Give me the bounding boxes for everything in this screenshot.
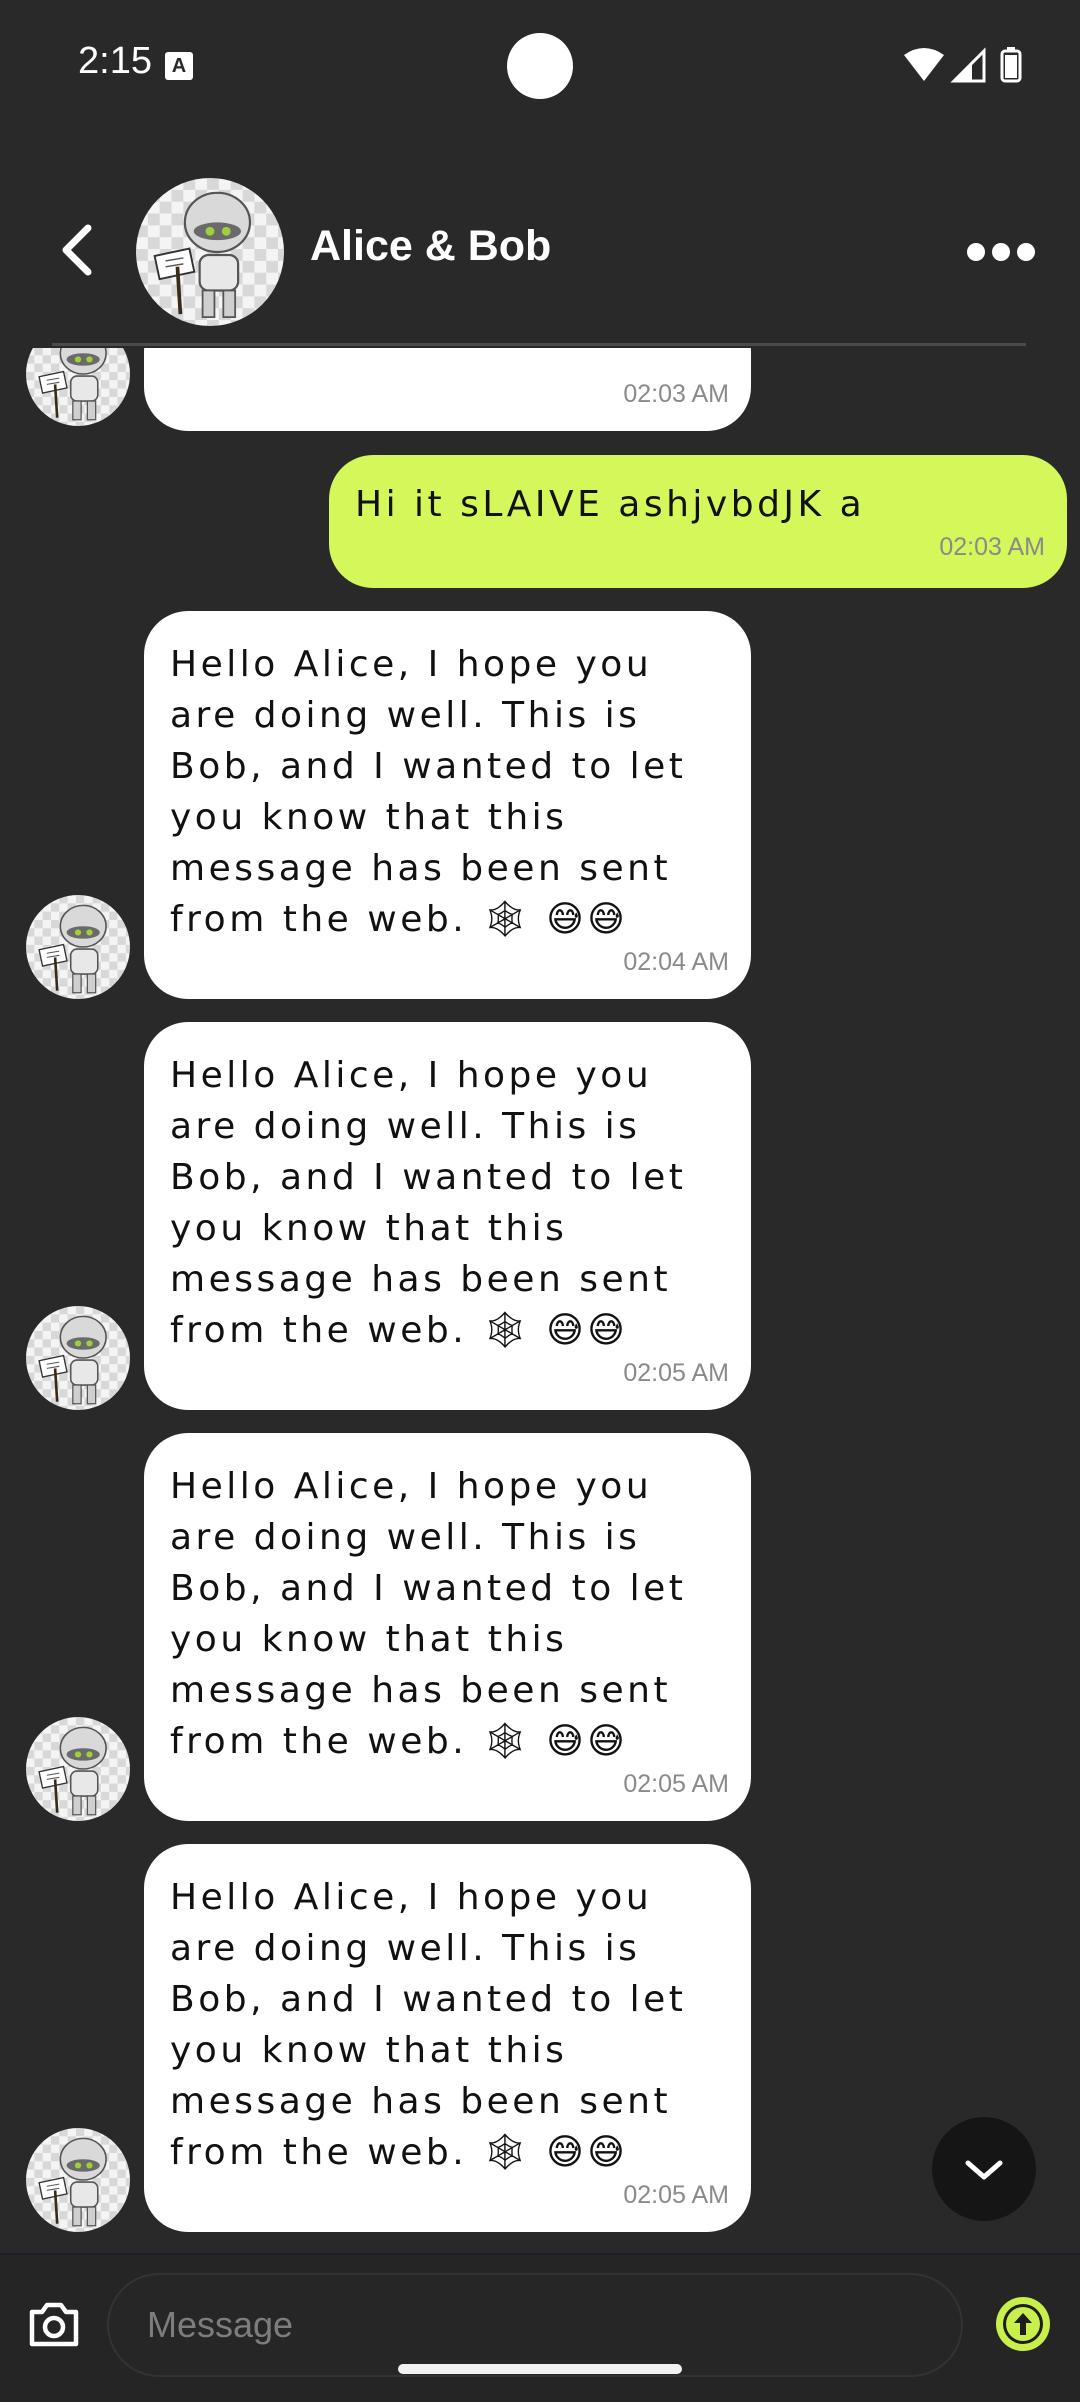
sender-avatar[interactable]	[26, 1717, 130, 1821]
message-time: 02:04 AM	[623, 948, 729, 976]
notification-icon: A	[165, 52, 193, 80]
more-options-button[interactable]	[966, 240, 1036, 264]
message-bubble-incoming[interactable]: Hello Alice, I hope you are doing well. …	[144, 1022, 751, 1410]
home-indicator[interactable]	[398, 2364, 682, 2374]
message-bubble-incoming[interactable]: Hello Alice, I hope you are doing well. …	[144, 1844, 751, 2232]
message-text: Hi it sLAIVE ashjvbdJK a	[355, 484, 866, 525]
message-bubble-incoming[interactable]: Hello Alice, I hope you are doing well. …	[144, 611, 751, 999]
sender-avatar[interactable]	[26, 1306, 130, 1410]
camera-icon	[29, 2302, 79, 2347]
battery-icon	[1000, 47, 1022, 83]
message-input[interactable]	[107, 2273, 963, 2377]
chevron-left-icon	[62, 224, 92, 276]
chat-title[interactable]: Alice & Bob	[310, 222, 551, 271]
status-icons	[902, 45, 1032, 89]
message-text: Hello Alice, I hope you are doing well. …	[170, 1055, 702, 1351]
message-list[interactable]: 02:03 AM Hi it sLAIVE ashjvbdJK a 02:03 …	[0, 348, 1080, 2253]
wifi-icon	[904, 48, 944, 81]
sender-avatar[interactable]	[26, 2128, 130, 2232]
message-text: Hello Alice, I hope you are doing well. …	[170, 1877, 702, 2173]
message-time: 02:03 AM	[623, 380, 729, 408]
signal-icon	[950, 47, 986, 83]
camera-button[interactable]	[26, 2296, 82, 2352]
back-button[interactable]	[54, 222, 104, 278]
send-arrow-up-icon	[996, 2297, 1050, 2351]
message-text: Hello Alice, I hope you are doing well. …	[170, 644, 702, 940]
contact-avatar[interactable]	[136, 178, 284, 326]
header-divider	[52, 343, 1026, 346]
message-bubble-outgoing[interactable]: Hi it sLAIVE ashjvbdJK a 02:03 AM	[329, 455, 1067, 588]
sender-avatar[interactable]	[26, 895, 130, 999]
message-text: Hello Alice, I hope you are doing well. …	[170, 1466, 702, 1762]
message-time: 02:05 AM	[623, 1359, 729, 1387]
status-time: 2:15	[78, 40, 152, 82]
more-horizontal-icon	[967, 243, 1035, 261]
chevron-down-icon	[965, 2160, 1003, 2180]
message-time: 02:05 AM	[623, 1770, 729, 1798]
send-button[interactable]	[993, 2294, 1053, 2354]
camera-cutout	[507, 33, 573, 99]
scroll-to-bottom-button[interactable]	[932, 2117, 1036, 2221]
message-bubble-incoming[interactable]: 02:03 AM	[144, 348, 751, 431]
message-time: 02:05 AM	[623, 2181, 729, 2209]
message-time: 02:03 AM	[939, 533, 1045, 561]
message-bubble-incoming[interactable]: Hello Alice, I hope you are doing well. …	[144, 1433, 751, 1821]
sender-avatar[interactable]	[26, 348, 130, 426]
